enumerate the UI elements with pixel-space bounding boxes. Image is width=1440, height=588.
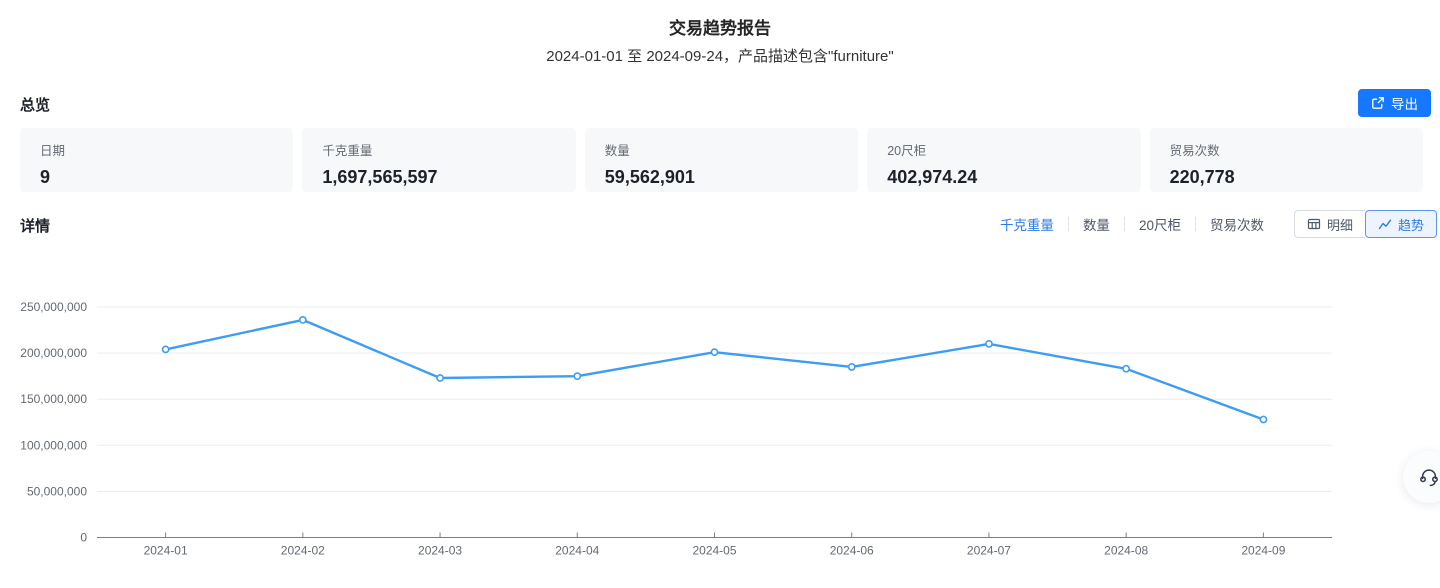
trend-chart: 0 50,000,000 100,000,000 150,000,000 200,000… [0, 255, 1440, 588]
page-title: 交易趋势报告 [0, 14, 1440, 39]
stat-value: 9 [40, 167, 273, 188]
export-label: 导出 [1391, 93, 1418, 113]
stat-value: 220,778 [1170, 167, 1403, 188]
stat-card-quantity: 数量 59,562,901 [585, 128, 858, 192]
stat-card-weight-kg: 千克重量 1,697,565,597 [302, 128, 575, 192]
details-heading: 详情 [20, 215, 50, 236]
svg-text:2024-04: 2024-04 [555, 544, 599, 558]
svg-text:2024-08: 2024-08 [1104, 544, 1148, 558]
metric-tabs: 千克重量 数量 20尺柜 贸易次数 [1000, 214, 1264, 234]
view-toggle-detail-button[interactable]: 明细 [1294, 210, 1365, 238]
table-icon [1307, 217, 1321, 231]
tab-divider [1195, 217, 1196, 231]
stat-card-trade-count: 贸易次数 220,778 [1150, 128, 1423, 192]
stat-label: 20尺柜 [887, 140, 1120, 159]
stat-card-date: 日期 9 [20, 128, 293, 192]
report-subtitle: 2024-01-01 至 2024-09-24，产品描述包含"furniture… [0, 45, 1440, 66]
stat-value: 1,697,565,597 [322, 167, 555, 188]
svg-text:0: 0 [80, 531, 87, 545]
tab-divider [1124, 217, 1125, 231]
view-toggle: 明细 趋势 [1294, 210, 1437, 238]
report-page: 交易趋势报告 2024-01-01 至 2024-09-24，产品描述包含"fu… [0, 0, 1440, 588]
svg-text:2024-09: 2024-09 [1241, 544, 1285, 558]
stat-value: 402,974.24 [887, 167, 1120, 188]
trend-icon [1378, 217, 1392, 231]
stat-value: 59,562,901 [605, 167, 838, 188]
svg-text:2024-07: 2024-07 [967, 544, 1011, 558]
svg-text:150,000,000: 150,000,000 [20, 392, 87, 406]
svg-text:2024-03: 2024-03 [418, 544, 462, 558]
overview-cards: 日期 9 千克重量 1,697,565,597 数量 59,562,901 20… [20, 128, 1423, 192]
stat-card-teu: 20尺柜 402,974.24 [867, 128, 1140, 192]
overview-heading: 总览 [20, 94, 50, 115]
tab-divider [1068, 217, 1069, 231]
stat-label: 贸易次数 [1170, 140, 1403, 159]
view-toggle-trend-button[interactable]: 趋势 [1365, 210, 1437, 238]
svg-text:100,000,000: 100,000,000 [20, 438, 87, 452]
svg-text:2024-05: 2024-05 [692, 544, 736, 558]
metric-tab-quantity[interactable]: 数量 [1083, 214, 1110, 234]
svg-text:50,000,000: 50,000,000 [27, 484, 87, 498]
metric-tab-trade-count[interactable]: 贸易次数 [1210, 214, 1264, 234]
svg-text:200,000,000: 200,000,000 [20, 346, 87, 360]
metric-tab-teu[interactable]: 20尺柜 [1139, 214, 1181, 234]
svg-text:2024-02: 2024-02 [281, 544, 325, 558]
stat-label: 千克重量 [322, 140, 555, 159]
metric-tab-weight-kg[interactable]: 千克重量 [1000, 214, 1054, 234]
export-button[interactable]: 导出 [1358, 89, 1431, 117]
details-controls: 千克重量 数量 20尺柜 贸易次数 明细 [1000, 209, 1437, 239]
stat-label: 数量 [605, 140, 838, 159]
svg-text:250,000,000: 250,000,000 [20, 300, 87, 314]
svg-text:2024-01: 2024-01 [144, 544, 188, 558]
stat-label: 日期 [40, 140, 273, 159]
view-toggle-trend-label: 趋势 [1398, 215, 1424, 234]
headset-icon [1418, 466, 1440, 488]
view-toggle-detail-label: 明细 [1327, 215, 1353, 234]
svg-text:2024-06: 2024-06 [830, 544, 874, 558]
export-icon [1371, 96, 1385, 110]
